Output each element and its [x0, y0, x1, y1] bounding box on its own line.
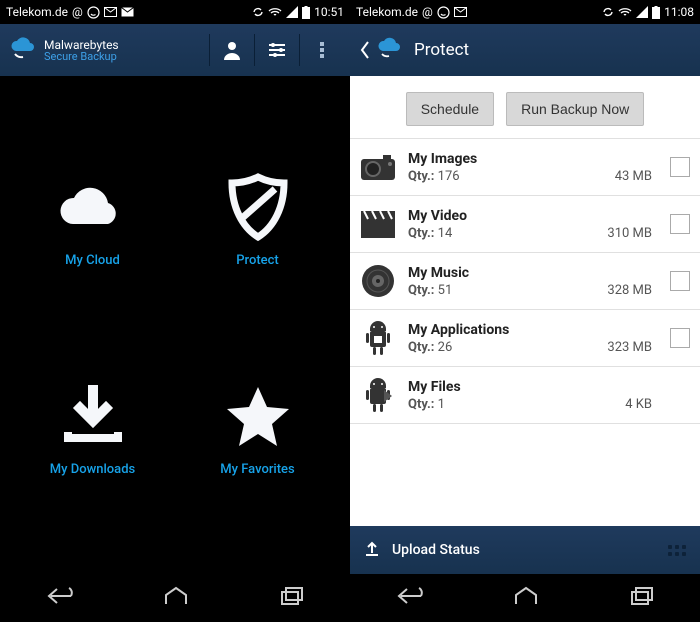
- status-bar: Telekom.de @ 10:51: [0, 0, 350, 24]
- battery-icon: [652, 6, 660, 19]
- checkbox[interactable]: [670, 328, 690, 348]
- qty-value: 176: [438, 169, 460, 184]
- at-icon: @: [72, 5, 83, 19]
- action-button-row: Schedule Run Backup Now: [350, 76, 700, 139]
- whatsapp-icon: [437, 6, 450, 19]
- shield-icon: [218, 173, 298, 243]
- size-value: 328 MB: [607, 283, 652, 298]
- category-name: My Applications: [408, 322, 652, 338]
- tile-protect[interactable]: Protect: [218, 173, 298, 268]
- envelope-icon: [121, 7, 134, 17]
- qty-value: 14: [438, 226, 453, 241]
- overflow-menu-button[interactable]: [302, 24, 342, 76]
- qty-value: 1: [438, 397, 445, 412]
- category-name: My Music: [408, 265, 652, 281]
- size-value: 4 KB: [625, 397, 652, 412]
- tile-my-favorites[interactable]: My Favorites: [218, 382, 298, 477]
- screen-home: Telekom.de @ 10:51 Malwarebytes Secure B…: [0, 0, 350, 622]
- category-name: My Images: [408, 151, 652, 167]
- category-name: My Video: [408, 208, 652, 224]
- wifi-icon: [618, 6, 632, 18]
- clock-text: 11:08: [664, 5, 694, 19]
- download-icon: [53, 382, 133, 452]
- size-value: 323 MB: [607, 340, 652, 355]
- battery-icon: [302, 6, 310, 19]
- carrier-text: Telekom.de: [356, 5, 418, 19]
- size-value: 43 MB: [615, 169, 652, 184]
- clock-text: 10:51: [314, 5, 344, 19]
- at-icon: @: [422, 5, 433, 19]
- carrier-text: Telekom.de: [6, 5, 68, 19]
- qty-label: Qty.:: [408, 397, 434, 412]
- checkbox[interactable]: [670, 214, 690, 234]
- vinyl-icon: [358, 261, 398, 301]
- page-title: Protect: [414, 40, 469, 60]
- run-backup-button[interactable]: Run Backup Now: [506, 92, 644, 126]
- app-subtitle: Secure Backup: [44, 51, 119, 62]
- android-nav-bar: [0, 574, 350, 622]
- category-list: My Images Qty.: 176 43 MB My Video Qty.:…: [350, 139, 700, 526]
- qty-label: Qty.:: [408, 169, 434, 184]
- screen-protect: Telekom.de @ 11:08 Protect Schedule Run …: [350, 0, 700, 622]
- tile-my-downloads[interactable]: My Downloads: [50, 382, 135, 477]
- tile-my-cloud[interactable]: My Cloud: [53, 173, 133, 268]
- category-row-images[interactable]: My Images Qty.: 176 43 MB: [350, 139, 700, 196]
- recents-button[interactable]: [279, 586, 305, 610]
- upload-status-bar[interactable]: Upload Status: [350, 526, 700, 574]
- sync-icon: [602, 6, 614, 18]
- star-icon: [218, 382, 298, 452]
- back-button[interactable]: [360, 36, 404, 64]
- checkbox[interactable]: [670, 271, 690, 291]
- home-grid: My Cloud Protect My Downloads My Favorit…: [0, 76, 350, 574]
- tile-label: Protect: [236, 253, 279, 268]
- android-nav-bar: [350, 574, 700, 622]
- category-name: My Files: [408, 379, 652, 395]
- whatsapp-icon: [87, 6, 100, 19]
- upload-icon: [364, 539, 380, 561]
- back-button[interactable]: [45, 586, 73, 610]
- category-row-video[interactable]: My Video Qty.: 14 310 MB: [350, 196, 700, 253]
- android-file-icon: [358, 375, 398, 415]
- signal-icon: [636, 6, 648, 18]
- schedule-button[interactable]: Schedule: [406, 92, 494, 126]
- account-button[interactable]: [212, 24, 252, 76]
- gmail-icon: [104, 7, 117, 17]
- home-button[interactable]: [163, 586, 189, 610]
- tile-label: My Downloads: [50, 462, 135, 477]
- android-app-icon: [358, 318, 398, 358]
- status-bar: Telekom.de @ 11:08: [350, 0, 700, 24]
- tile-label: My Favorites: [220, 462, 294, 477]
- qty-label: Qty.:: [408, 226, 434, 241]
- recents-button[interactable]: [629, 586, 655, 610]
- upload-status-label: Upload Status: [392, 542, 480, 558]
- signal-icon: [286, 6, 298, 18]
- qty-value: 26: [438, 340, 453, 355]
- checkbox[interactable]: [670, 157, 690, 177]
- camera-icon: [358, 147, 398, 187]
- protect-header: Protect: [350, 24, 700, 76]
- category-row-files[interactable]: My Files Qty.: 1 4 KB: [350, 367, 700, 424]
- size-value: 310 MB: [607, 226, 652, 241]
- back-button[interactable]: [395, 586, 423, 610]
- category-row-music[interactable]: My Music Qty.: 51 328 MB: [350, 253, 700, 310]
- cloud-logo-icon: [8, 35, 38, 65]
- tile-label: My Cloud: [65, 253, 120, 268]
- cloud-icon: [53, 173, 133, 243]
- gmail-icon: [454, 7, 467, 17]
- home-button[interactable]: [513, 586, 539, 610]
- cloud-logo-icon: [376, 36, 404, 64]
- qty-value: 51: [438, 283, 453, 298]
- app-title: Malwarebytes: [44, 39, 119, 51]
- qty-label: Qty.:: [408, 283, 434, 298]
- sync-icon: [252, 6, 264, 18]
- wifi-icon: [268, 6, 282, 18]
- drag-handle-icon: [668, 545, 686, 556]
- qty-label: Qty.:: [408, 340, 434, 355]
- clapper-icon: [358, 204, 398, 244]
- category-row-applications[interactable]: My Applications Qty.: 26 323 MB: [350, 310, 700, 367]
- settings-button[interactable]: [257, 24, 297, 76]
- app-header: Malwarebytes Secure Backup: [0, 24, 350, 76]
